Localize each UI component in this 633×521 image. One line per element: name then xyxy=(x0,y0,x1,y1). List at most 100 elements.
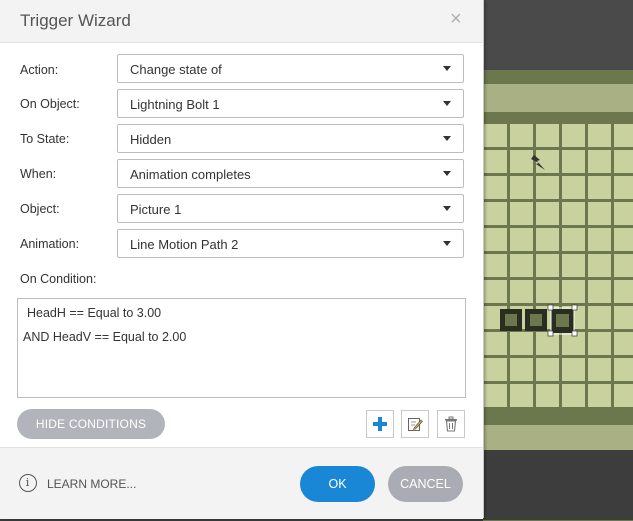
grid-cell xyxy=(484,358,507,381)
dialog-title: Trigger Wizard xyxy=(20,11,131,30)
condition-item[interactable]: AND HeadV == Equal to 2.00 xyxy=(23,330,186,344)
grid-cell xyxy=(510,176,533,199)
when-value: Animation completes xyxy=(130,167,251,182)
when-label: When: xyxy=(20,167,57,181)
animation-value: Line Motion Path 2 xyxy=(130,237,239,252)
plus-icon xyxy=(373,417,387,431)
grid-cell xyxy=(588,280,611,303)
grid-cell xyxy=(484,384,507,407)
cancel-button[interactable]: CANCEL xyxy=(388,466,463,502)
grid-cell xyxy=(484,332,507,355)
grid-cell xyxy=(588,124,611,147)
condition-item[interactable]: HeadH == Equal to 3.00 xyxy=(27,306,161,320)
add-condition-button[interactable] xyxy=(366,410,394,438)
grid-cell xyxy=(484,176,507,199)
edit-condition-button[interactable] xyxy=(401,410,429,438)
grid-cell xyxy=(510,332,533,355)
grid-cell xyxy=(614,280,633,303)
grid-cell xyxy=(484,228,507,251)
info-icon[interactable]: i xyxy=(19,474,37,492)
grid-cell xyxy=(614,384,633,407)
grid-cell xyxy=(536,280,559,303)
on-object-select[interactable]: Lightning Bolt 1 xyxy=(117,89,464,118)
grid-cell xyxy=(562,150,585,173)
grid-cell xyxy=(588,332,611,355)
grid-cell xyxy=(562,254,585,277)
grid-cell xyxy=(484,254,507,277)
grid-cell xyxy=(536,202,559,225)
grid-cell xyxy=(510,228,533,251)
action-select[interactable]: Change state of xyxy=(117,54,464,83)
delete-condition-button[interactable] xyxy=(437,410,465,438)
action-label: Action: xyxy=(20,63,59,77)
grid-cell xyxy=(588,202,611,225)
grid-cell xyxy=(614,306,633,329)
grid-cell xyxy=(614,150,633,173)
conditions-list[interactable]: HeadH == Equal to 3.00 AND HeadV == Equa… xyxy=(17,298,466,398)
grid-cell xyxy=(510,150,533,173)
grid-cell xyxy=(536,150,559,173)
trash-icon xyxy=(445,416,457,432)
grid-cell xyxy=(510,202,533,225)
object-label: Object: xyxy=(20,202,60,216)
trigger-wizard-dialog: Trigger Wizard × Action: Change state of… xyxy=(0,0,484,519)
grid-cell xyxy=(614,124,633,147)
dialog-footer: i LEARN MORE... OK CANCEL xyxy=(0,447,483,519)
when-select[interactable]: Animation completes xyxy=(117,159,464,188)
to-state-select[interactable]: Hidden xyxy=(117,124,464,153)
grid-cell xyxy=(562,228,585,251)
grid-cell xyxy=(484,202,507,225)
grid-cell xyxy=(588,176,611,199)
grid-cell xyxy=(614,254,633,277)
grid-cell xyxy=(484,280,507,303)
grid-cell xyxy=(588,254,611,277)
object-select[interactable]: Picture 1 xyxy=(117,194,464,223)
grid-cell xyxy=(510,124,533,147)
on-condition-label: On Condition: xyxy=(20,272,97,286)
chevron-down-icon xyxy=(443,66,451,71)
grid-cell xyxy=(562,280,585,303)
grid-cell xyxy=(536,332,559,355)
grid-cell xyxy=(536,358,559,381)
chevron-down-icon xyxy=(443,101,451,106)
grid-cell xyxy=(588,358,611,381)
object-value: Picture 1 xyxy=(130,202,182,217)
animation-label: Animation: xyxy=(20,237,80,251)
grid-cell xyxy=(536,124,559,147)
close-icon[interactable]: × xyxy=(450,9,462,29)
grid-cell xyxy=(588,384,611,407)
grid-cell xyxy=(536,384,559,407)
grid-cell xyxy=(562,384,585,407)
to-state-value: Hidden xyxy=(130,132,172,147)
ok-button[interactable]: OK xyxy=(300,466,375,502)
to-state-label: To State: xyxy=(20,132,70,146)
grid-cell xyxy=(562,176,585,199)
grid-cell xyxy=(510,358,533,381)
grid-cell xyxy=(588,306,611,329)
grid-cell xyxy=(536,228,559,251)
animation-select[interactable]: Line Motion Path 2 xyxy=(117,229,464,258)
dialog-titlebar: Trigger Wizard × xyxy=(0,0,483,43)
grid-cell xyxy=(510,254,533,277)
hide-conditions-button[interactable]: HIDE CONDITIONS xyxy=(17,409,165,439)
grid-cell xyxy=(588,150,611,173)
grid-cell xyxy=(510,280,533,303)
grid-cell xyxy=(510,384,533,407)
grid-cell xyxy=(562,358,585,381)
grid-cell xyxy=(614,358,633,381)
chevron-down-icon xyxy=(443,241,451,246)
edit-icon xyxy=(408,418,423,431)
action-value: Change state of xyxy=(130,62,222,77)
grid-cell xyxy=(614,202,633,225)
grid-cell xyxy=(614,228,633,251)
chevron-down-icon xyxy=(443,136,451,141)
learn-more-link[interactable]: LEARN MORE... xyxy=(47,477,136,491)
grid-cell xyxy=(614,176,633,199)
on-object-value: Lightning Bolt 1 xyxy=(130,97,220,112)
chevron-down-icon xyxy=(443,171,451,176)
grid-cell xyxy=(562,124,585,147)
grid-cell xyxy=(536,176,559,199)
grid-cell xyxy=(536,254,559,277)
grid-cell xyxy=(484,124,507,147)
stage-grid xyxy=(484,124,633,407)
